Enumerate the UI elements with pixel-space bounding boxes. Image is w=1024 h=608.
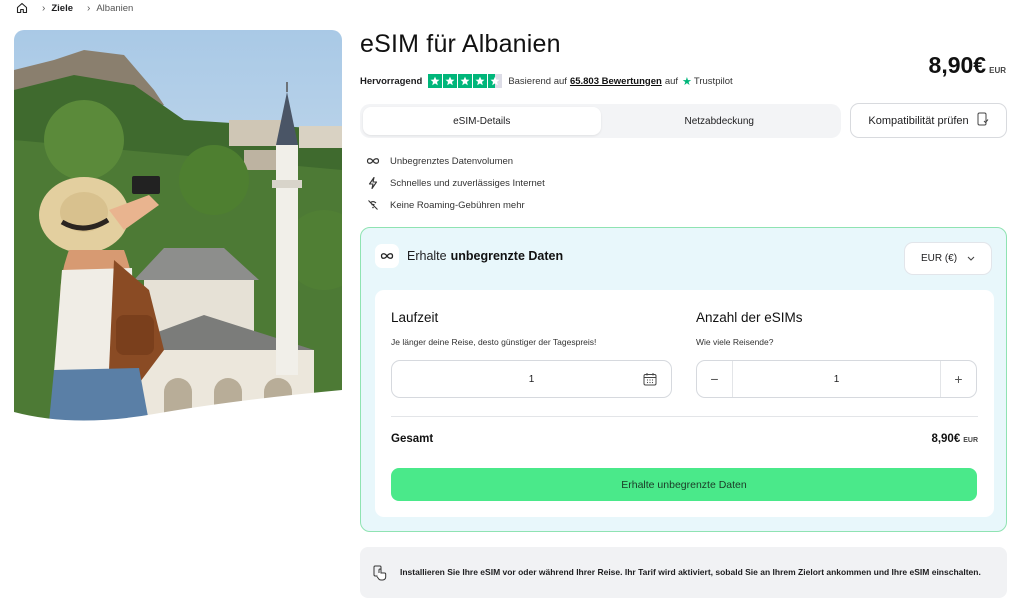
duration-input[interactable]: 1	[391, 360, 672, 398]
feature-text: Keine Roaming-Gebühren mehr	[390, 199, 525, 211]
breadcrumb-link-ziele[interactable]: Ziele	[51, 3, 73, 14]
trustpilot-logo: ★ Trustpilot	[682, 75, 733, 88]
hero-image	[14, 30, 342, 422]
breadcrumb: › Ziele › Albanien	[16, 0, 133, 16]
duration-title: Laufzeit	[391, 310, 439, 325]
breadcrumb-current: Albanien	[96, 2, 134, 14]
currency-select[interactable]: EUR (€)	[904, 242, 992, 275]
tab-esim-details[interactable]: eSIM-Details	[363, 107, 601, 135]
price-amount: 8,90€	[928, 52, 987, 78]
total-price-currency: EUR	[963, 437, 978, 444]
reviews-count-link[interactable]: 65.803 Bewertungen	[570, 76, 662, 87]
plan-heading-bold: unbegrenzte Daten	[450, 249, 564, 263]
tab-netzabdeckung[interactable]: Netzabdeckung	[601, 107, 839, 135]
buy-unlimited-data-button[interactable]: Erhalte unbegrenzte Daten	[391, 468, 977, 501]
trustpilot-label: Trustpilot	[693, 75, 733, 87]
phone-check-icon	[977, 112, 989, 129]
trustpilot-star-icon: ★	[682, 75, 692, 88]
rating-grade: Hervorragend	[360, 75, 423, 87]
feature-text: Schnelles und zuverlässiges Internet	[390, 177, 545, 189]
plan-options-card: Laufzeit Je länger deine Reise, desto gü…	[375, 290, 994, 517]
chevron-down-icon	[967, 253, 975, 264]
esims-title: Anzahl der eSIMs	[696, 310, 803, 325]
divider	[391, 416, 978, 417]
feature-item: Unbegrenztes Datenvolumen	[366, 150, 545, 172]
calendar-icon[interactable]	[643, 372, 657, 391]
total-label: Gesamt	[391, 433, 434, 445]
product-price: 8,90€ EUR	[929, 52, 1006, 79]
lightning-icon	[366, 177, 380, 189]
plan-configurator: Erhalte unbegrenzte Daten EUR (€) Laufze…	[360, 227, 1007, 532]
decrement-button[interactable]: −	[697, 361, 733, 397]
star-icon	[443, 74, 458, 88]
total-price: 8,90€ EUR	[931, 433, 978, 445]
infinity-icon	[366, 157, 380, 165]
infinity-icon	[375, 244, 399, 268]
star-icon	[428, 74, 443, 88]
duration-subtitle: Je länger deine Reise, desto günstiger d…	[391, 337, 597, 347]
star-icon	[458, 74, 473, 88]
star-icon	[473, 74, 488, 88]
total-price-amount: 8,90€	[931, 433, 961, 445]
install-info-note: Installieren Sie Ihre eSIM vor oder währ…	[360, 547, 1007, 598]
rating-on: auf	[664, 75, 679, 87]
compatibility-check-label: Kompatibilität prüfen	[868, 114, 969, 127]
no-roaming-icon	[366, 199, 380, 211]
compatibility-check-button[interactable]: Kompatibilität prüfen	[850, 103, 1007, 138]
price-currency: EUR	[989, 66, 1006, 75]
esims-quantity-value: 1	[833, 373, 840, 385]
feature-item: Keine Roaming-Gebühren mehr	[366, 194, 545, 216]
feature-item: Schnelles und zuverlässiges Internet	[366, 172, 545, 194]
feature-list: Unbegrenztes Datenvolumen Schnelles und …	[366, 150, 545, 216]
details-tabs: eSIM-Details Netzabdeckung	[360, 104, 841, 138]
rating-based-on: Basierend auf	[508, 75, 567, 87]
page-title: eSIM für Albanien	[360, 30, 561, 58]
plan-heading: Erhalte unbegrenzte Daten	[375, 244, 563, 268]
duration-value: 1	[528, 373, 535, 385]
feature-text: Unbegrenztes Datenvolumen	[390, 155, 514, 167]
home-icon[interactable]	[16, 2, 28, 14]
trustpilot-rating: Hervorragend Basierend auf 65.803 Bewert…	[360, 74, 733, 88]
currency-select-value: EUR (€)	[920, 253, 958, 264]
increment-button[interactable]: +	[940, 361, 976, 397]
esims-quantity-stepper: − 1 +	[696, 360, 977, 398]
rating-stars	[428, 74, 503, 88]
hand-tap-icon	[360, 565, 400, 581]
plan-heading-prefix: Erhalte	[407, 249, 447, 263]
chevron-right-icon: ›	[42, 2, 46, 14]
esims-subtitle: Wie viele Reisende?	[696, 337, 774, 347]
chevron-right-icon: ›	[87, 2, 91, 14]
half-star-icon	[488, 74, 503, 88]
install-info-text: Installieren Sie Ihre eSIM vor oder währ…	[400, 567, 981, 577]
